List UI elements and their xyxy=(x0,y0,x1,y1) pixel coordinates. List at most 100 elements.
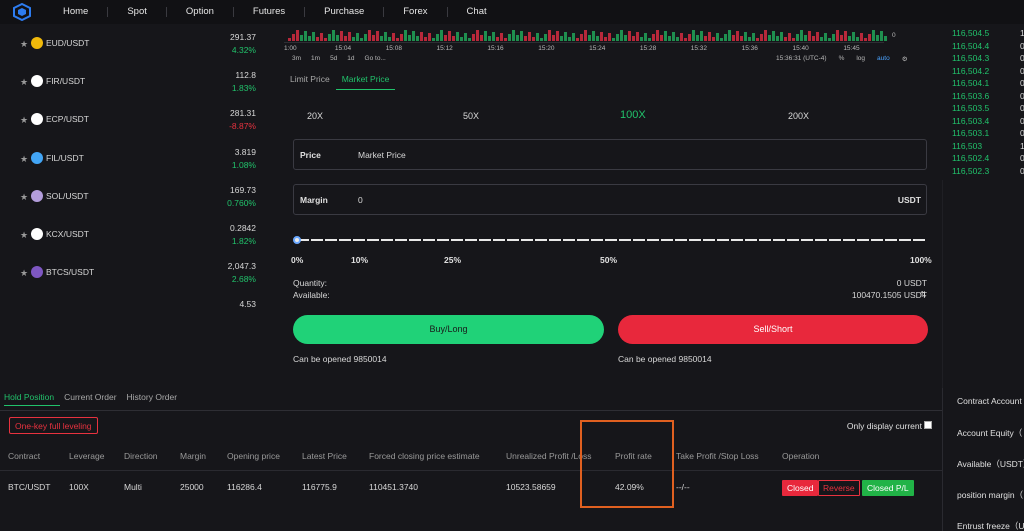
leverage-100x[interactable]: 100X xyxy=(620,109,646,121)
candle xyxy=(440,30,443,41)
market-change: 0.760% xyxy=(227,198,256,208)
logo-icon[interactable] xyxy=(12,3,32,21)
pct-0[interactable]: 0% xyxy=(291,255,303,265)
tab-market-price[interactable]: Market Price xyxy=(335,72,396,90)
range-5d[interactable]: 5d xyxy=(330,55,337,62)
pct-25[interactable]: 25% xyxy=(444,255,461,265)
book-price[interactable]: 116,503 xyxy=(952,141,982,151)
one-key-full-leveling-button[interactable]: One-key full leveling xyxy=(9,417,98,434)
range-1d[interactable]: 1d xyxy=(347,55,354,62)
candle xyxy=(812,36,815,41)
candle xyxy=(680,33,683,41)
tab-current-order[interactable]: Current Order xyxy=(64,392,122,406)
market-row[interactable]: ★ BTCS/USDT 2,047.3 2.68% xyxy=(0,261,268,291)
market-row[interactable]: ★ KCX/USDT 0.2842 1.82% xyxy=(0,223,268,253)
candle xyxy=(288,38,291,41)
nav-futures[interactable]: Futures xyxy=(234,7,306,17)
candle xyxy=(396,38,399,41)
margin-unit: USDT xyxy=(897,195,921,205)
pct-50[interactable]: 50% xyxy=(600,255,617,265)
book-price[interactable]: 116,504.2 xyxy=(952,66,989,76)
coin-icon xyxy=(31,37,43,49)
candle xyxy=(748,37,751,41)
candle xyxy=(356,33,359,41)
percent-toggle[interactable]: % xyxy=(839,55,845,63)
star-icon[interactable]: ★ xyxy=(20,39,28,50)
candle xyxy=(548,30,551,41)
star-icon[interactable]: ★ xyxy=(20,154,28,165)
book-price[interactable]: 116,503.4 xyxy=(952,116,989,126)
market-price: 281.31 xyxy=(230,108,256,118)
buy-long-button[interactable]: Buy/Long xyxy=(293,315,604,344)
book-price[interactable]: 116,502.3 xyxy=(952,166,989,176)
cell-latest-price: 116775.9 xyxy=(302,482,337,492)
range-3m[interactable]: 3m xyxy=(292,55,301,62)
tab-limit-price[interactable]: Limit Price xyxy=(284,72,336,90)
candle xyxy=(364,34,367,41)
market-pair: BTCS/USDT xyxy=(46,267,95,277)
nav-option[interactable]: Option xyxy=(167,7,234,17)
book-price[interactable]: 116,502.4 xyxy=(952,153,989,163)
tab-history-order[interactable]: History Order xyxy=(127,392,184,406)
market-row[interactable]: ★ FIR/USDT 112.8 1.83% xyxy=(0,70,268,100)
nav-home[interactable]: Home xyxy=(44,7,109,17)
market-row[interactable]: ★ EUD/USDT 291.37 4.32% xyxy=(0,32,268,62)
reverse-button[interactable]: Reverse xyxy=(818,480,860,496)
market-row[interactable]: ★ SOL/USDT 169.73 0.760% xyxy=(0,185,268,215)
book-price[interactable]: 116,503.6 xyxy=(952,91,989,101)
cell-opening-price: 116286.4 xyxy=(227,482,262,492)
market-row[interactable]: ★ FIL/USDT 3.819 1.08% xyxy=(0,147,268,177)
margin-field[interactable]: Margin 0 USDT xyxy=(293,184,927,215)
range-1m[interactable]: 1m xyxy=(311,55,320,62)
candle xyxy=(332,30,335,41)
time-tick-label: 15:45 xyxy=(843,45,860,52)
only-display-checkbox[interactable] xyxy=(924,421,932,429)
leverage-50x[interactable]: 50X xyxy=(463,111,479,121)
closed-pl-button[interactable]: Closed P/L xyxy=(862,480,914,496)
pct-100[interactable]: 100% xyxy=(910,255,932,265)
book-price[interactable]: 116,504.3 xyxy=(952,53,989,63)
nav-spot[interactable]: Spot xyxy=(108,7,167,17)
closed-button[interactable]: Closed xyxy=(782,480,819,496)
price-chart[interactable]: 1:00 15:04 15:08 15:12 15:16 15:20 15:24 15:28 1… xyxy=(284,24,936,68)
book-price[interactable]: 116,504.4 xyxy=(952,41,989,51)
candle xyxy=(740,36,743,41)
book-price[interactable]: 116,503.1 xyxy=(952,128,989,138)
cell-tp-sl[interactable]: --/-- xyxy=(676,482,690,492)
goto-date[interactable]: Go to... xyxy=(365,55,386,62)
star-icon[interactable]: ★ xyxy=(20,230,28,241)
gear-icon[interactable]: ⚙ xyxy=(902,55,908,63)
book-price[interactable]: 116,504.5 xyxy=(952,28,989,38)
transfer-icon[interactable]: ⇅ xyxy=(920,290,927,299)
pct-10[interactable]: 10% xyxy=(351,255,368,265)
candle xyxy=(652,34,655,41)
candle xyxy=(672,32,675,41)
book-price[interactable]: 116,504.1 xyxy=(952,78,989,88)
star-icon[interactable]: ★ xyxy=(20,115,28,126)
margin-slider[interactable] xyxy=(297,239,925,241)
sell-short-button[interactable]: Sell/Short xyxy=(618,315,928,344)
star-icon[interactable]: ★ xyxy=(20,268,28,279)
tab-hold-position[interactable]: Hold Position xyxy=(4,392,61,406)
price-field[interactable]: Price Market Price xyxy=(293,139,927,170)
candle xyxy=(452,36,455,41)
book-price[interactable]: 116,503.5 xyxy=(952,103,989,113)
auto-toggle[interactable]: auto xyxy=(877,55,890,63)
nav-chat[interactable]: Chat xyxy=(448,7,506,17)
market-row[interactable]: 4.53 xyxy=(0,299,268,329)
log-toggle[interactable]: log xyxy=(856,55,865,63)
leverage-20x[interactable]: 20X xyxy=(307,111,323,121)
nav-forex[interactable]: Forex xyxy=(384,7,448,17)
candle xyxy=(804,35,807,41)
leverage-200x[interactable]: 200X xyxy=(788,111,809,121)
slider-handle[interactable] xyxy=(293,236,301,244)
star-icon[interactable]: ★ xyxy=(20,77,28,88)
candle xyxy=(860,33,863,41)
nav-purchase[interactable]: Purchase xyxy=(305,7,385,17)
margin-input[interactable]: 0 xyxy=(358,195,363,205)
candle xyxy=(688,34,691,41)
star-icon[interactable]: ★ xyxy=(20,192,28,203)
candle xyxy=(608,33,611,41)
candle xyxy=(588,35,591,41)
market-row[interactable]: ★ ECP/USDT 281.31 -8.87% xyxy=(0,108,268,138)
